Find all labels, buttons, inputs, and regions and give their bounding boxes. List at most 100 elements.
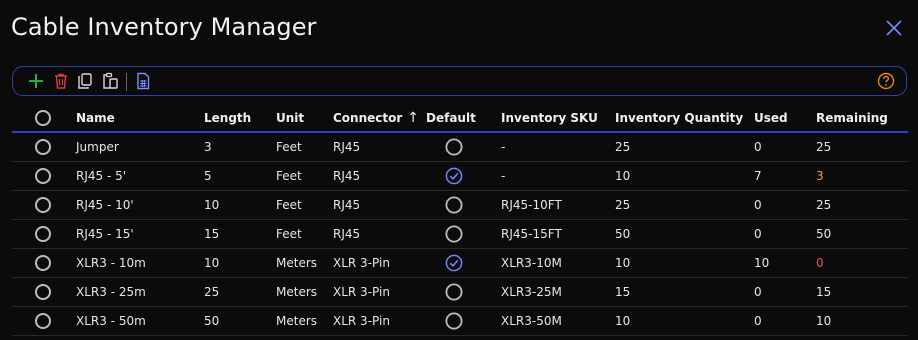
cell-quantity: 10 [615, 169, 631, 183]
cell-remaining: 25 [816, 198, 832, 212]
cell-sku: - [501, 140, 506, 154]
arrow-up-icon: ↑ [407, 109, 420, 126]
cell-connector: RJ45 [333, 198, 361, 212]
close-icon[interactable] [884, 18, 904, 38]
toolbar-separator [126, 73, 127, 91]
cell-unit: Feet [276, 169, 302, 183]
cell-used: 0 [754, 314, 762, 328]
default-unchecked-icon[interactable] [445, 225, 463, 243]
cell-name: Jumper [76, 140, 119, 154]
table-row[interactable]: RJ45 - 5' 5 Feet RJ45 - 10 7 3 [12, 162, 908, 191]
cable-table: Name Length Unit Connector ↑ Default Inv… [12, 104, 908, 336]
cell-name: XLR3 - 10m [76, 256, 146, 270]
table-row[interactable]: XLR3 - 25m 25 Meters XLR 3-Pin XLR3-25M 15 0 15 [12, 278, 908, 307]
table-row[interactable]: XLR3 - 50m 50 Meters XLR 3-Pin XLR3-50M 10 0 10 [12, 307, 908, 336]
default-checked-icon[interactable] [445, 167, 463, 185]
cell-name: RJ45 - 15' [76, 227, 134, 241]
table-row[interactable]: Jumper 3 Feet RJ45 - 25 0 25 [12, 133, 908, 162]
export-spreadsheet-icon[interactable] [134, 72, 152, 90]
cell-length: 10 [204, 256, 220, 270]
default-unchecked-icon[interactable] [445, 283, 463, 301]
row-select-radio[interactable] [35, 226, 51, 242]
cell-used: 0 [754, 227, 762, 241]
cell-unit: Feet [276, 140, 302, 154]
cell-used: 10 [754, 256, 770, 270]
cell-connector: XLR 3-Pin [333, 256, 390, 270]
row-select-radio[interactable] [35, 168, 51, 184]
cell-connector: RJ45 [333, 140, 361, 154]
table-row[interactable]: RJ45 - 15' 15 Feet RJ45 RJ45-15FT 50 0 50 [12, 220, 908, 249]
copy-icon[interactable] [76, 72, 94, 90]
cell-remaining: 0 [816, 256, 824, 270]
table-row[interactable]: RJ45 - 10' 10 Feet RJ45 RJ45-10FT 25 0 25 [12, 191, 908, 220]
cell-length: 25 [204, 285, 220, 299]
cell-remaining: 10 [816, 314, 832, 328]
cell-unit: Meters [276, 314, 318, 328]
delete-icon[interactable] [52, 72, 70, 90]
cell-used: 0 [754, 198, 762, 212]
cell-connector: RJ45 [333, 169, 361, 183]
cell-length: 15 [204, 227, 220, 241]
window-title: Cable Inventory Manager [11, 13, 317, 41]
column-header-remaining[interactable]: Remaining [816, 104, 888, 131]
row-select-radio[interactable] [35, 284, 51, 300]
cell-connector: XLR 3-Pin [333, 314, 390, 328]
default-unchecked-icon[interactable] [445, 312, 463, 330]
table-header: Name Length Unit Connector ↑ Default Inv… [12, 104, 908, 133]
help-icon[interactable] [877, 72, 895, 90]
cell-name: RJ45 - 10' [76, 198, 134, 212]
row-select-radio[interactable] [35, 197, 51, 213]
table-row[interactable]: XLR3 - 10m 10 Meters XLR 3-Pin XLR3-10M 10 10 0 [12, 249, 908, 278]
column-header-quantity[interactable]: Inventory Quantity [615, 104, 743, 131]
select-all-radio[interactable] [35, 109, 51, 126]
cell-quantity: 25 [615, 140, 631, 154]
add-icon[interactable] [27, 72, 45, 90]
cell-quantity: 15 [615, 285, 631, 299]
row-select-radio[interactable] [35, 313, 51, 329]
default-unchecked-icon[interactable] [445, 196, 463, 214]
cell-length: 5 [204, 169, 212, 183]
toolbar [12, 66, 907, 96]
cell-sku: RJ45-10FT [501, 198, 562, 212]
cell-sku: XLR3-10M [501, 256, 562, 270]
cell-sku: RJ45-15FT [501, 227, 562, 241]
cell-unit: Meters [276, 285, 318, 299]
cell-name: XLR3 - 25m [76, 285, 146, 299]
cell-used: 0 [754, 140, 762, 154]
cell-quantity: 25 [615, 198, 631, 212]
cell-sku: XLR3-25M [501, 285, 562, 299]
cell-remaining: 3 [816, 169, 824, 183]
row-select-radio[interactable] [35, 255, 51, 271]
cell-quantity: 50 [615, 227, 631, 241]
cell-quantity: 10 [615, 314, 631, 328]
default-checked-icon[interactable] [445, 254, 463, 272]
cell-length: 10 [204, 198, 220, 212]
cell-name: RJ45 - 5' [76, 169, 127, 183]
column-header-connector-label: Connector [333, 110, 403, 125]
column-header-name[interactable]: Name [76, 104, 115, 131]
column-header-sku[interactable]: Inventory SKU [501, 104, 598, 131]
column-header-unit[interactable]: Unit [276, 104, 304, 131]
default-unchecked-icon[interactable] [445, 138, 463, 156]
row-select-radio[interactable] [35, 139, 51, 155]
cell-quantity: 10 [615, 256, 631, 270]
column-header-default[interactable]: Default [426, 104, 476, 131]
cell-sku: XLR3-50M [501, 314, 562, 328]
cell-remaining: 25 [816, 140, 832, 154]
paste-icon[interactable] [101, 72, 119, 90]
cell-name: XLR3 - 50m [76, 314, 146, 328]
column-header-used[interactable]: Used [754, 104, 788, 131]
column-header-length[interactable]: Length [204, 104, 251, 131]
cell-connector: RJ45 [333, 227, 361, 241]
cell-unit: Meters [276, 256, 318, 270]
cell-remaining: 15 [816, 285, 832, 299]
cell-used: 0 [754, 285, 762, 299]
cell-length: 3 [204, 140, 212, 154]
cell-used: 7 [754, 169, 762, 183]
cell-sku: - [501, 169, 506, 183]
cell-unit: Feet [276, 198, 302, 212]
cell-unit: Feet [276, 227, 302, 241]
column-header-connector[interactable]: Connector ↑ [333, 104, 419, 131]
cell-connector: XLR 3-Pin [333, 285, 390, 299]
cell-remaining: 50 [816, 227, 832, 241]
